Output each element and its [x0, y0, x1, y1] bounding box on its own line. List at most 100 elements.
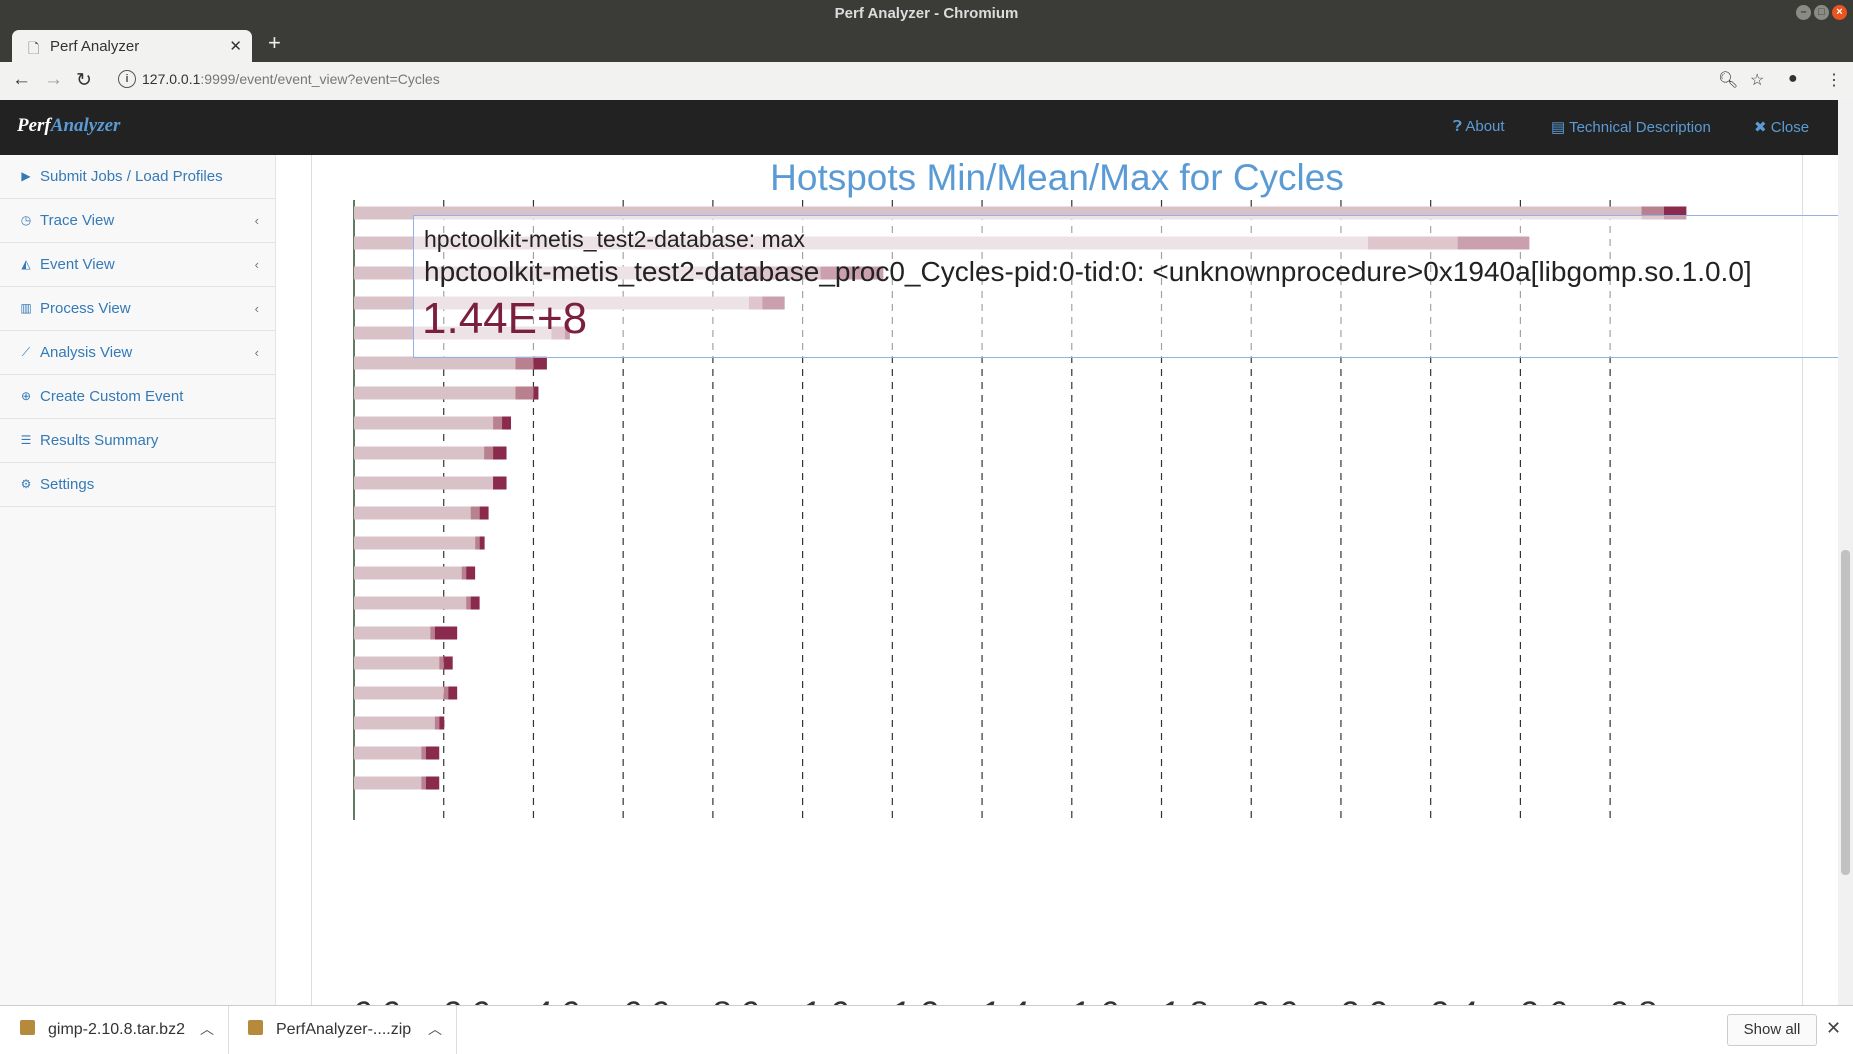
archive-file-icon — [248, 1020, 263, 1035]
x-tick-label: 1.6 — [1070, 995, 1117, 1005]
x-tick-label: 2.4 — [1428, 995, 1476, 1005]
bookmark-star-icon[interactable]: ☆ — [1750, 70, 1764, 90]
sidebar-item-process-view[interactable]: ▥ Process View ‹ — [0, 287, 275, 331]
sidebar-item-create-custom-event[interactable]: ⊕ Create Custom Event — [0, 375, 275, 419]
close-shelf-icon[interactable]: ✕ — [1826, 1018, 1841, 1039]
address-bar[interactable]: i 127.0.0.1:9999/event/event_view?event=… — [118, 68, 1718, 94]
page-scrollbar[interactable] — [1838, 100, 1853, 1005]
window-title: Perf Analyzer - Chromium — [834, 5, 1019, 22]
sidebar-item-event-view[interactable]: ◭ Event View ‹ — [0, 243, 275, 287]
browser-toolbar: ← → ↻ i 127.0.0.1:9999/event/event_view?… — [0, 62, 1853, 101]
bar-max — [479, 536, 485, 550]
url-text[interactable]: 127.0.0.1:9999/event/event_view?event=Cy… — [142, 71, 440, 87]
gear-icon: ⚙ — [20, 477, 32, 491]
chevron-left-icon: ‹ — [254, 301, 259, 316]
plus-circle-icon: ⊕ — [20, 389, 32, 403]
tooltip-item-name: hpctoolkit-metis_test2-database_proc0_Cy… — [424, 256, 1752, 287]
info-icon[interactable]: i — [118, 70, 136, 88]
bar-mean — [439, 656, 444, 670]
menu-icon[interactable]: ⋮ — [1826, 70, 1842, 90]
x-tick-label: 2.2 — [1338, 995, 1386, 1005]
technical-description-link[interactable]: ▤ Technical Description — [1551, 118, 1711, 136]
bar-mean — [443, 686, 449, 700]
x-tick-label: 8.0 — [711, 995, 758, 1005]
tab-close-icon[interactable]: ✕ — [229, 37, 242, 55]
bar-mean — [470, 506, 480, 520]
bar-mean — [493, 416, 503, 430]
x-tick-label: 1.0 — [801, 995, 848, 1005]
sidebar-item-results-summary[interactable]: ☰ Results Summary — [0, 419, 275, 463]
sidebar-item-label: Analysis View — [40, 344, 133, 361]
url-host: 127.0.0.1 — [142, 71, 201, 87]
brand-analyzer: Analyzer — [50, 115, 121, 136]
line-chart-icon: ⟋ — [21, 345, 31, 359]
bar-min — [354, 596, 467, 610]
archive-file-icon — [20, 1020, 35, 1035]
page-icon: 🗋 — [28, 40, 40, 56]
window-title-bar: Perf Analyzer - Chromium – □ × — [0, 0, 1853, 27]
sidebar: ▶ Submit Jobs / Load Profiles ◷ Trace Vi… — [0, 155, 276, 1005]
forward-icon[interactable]: → — [44, 69, 63, 91]
bar-mean — [421, 776, 426, 790]
chevron-up-icon[interactable]: ︿ — [428, 1019, 442, 1039]
app-navbar: PerfAnalyzer ❓︎ About ▤ Technical Descri… — [0, 100, 1838, 155]
bar-min — [354, 386, 516, 400]
bar-min — [354, 536, 476, 550]
bar-chart-icon: ▥ — [20, 301, 32, 315]
list-icon: ☰ — [20, 433, 32, 447]
reload-icon[interactable]: ↻ — [76, 69, 92, 92]
scrollbar-thumb[interactable] — [1841, 550, 1850, 875]
download-item[interactable]: PerfAnalyzer-....zip ︿ — [228, 1006, 457, 1054]
bar-max — [434, 626, 458, 640]
close-link[interactable]: ✖ Close — [1754, 118, 1809, 136]
clock-icon: ◷ — [20, 213, 32, 227]
bar-min — [354, 446, 485, 460]
bar-min — [354, 416, 494, 430]
bar-mean — [421, 746, 426, 760]
bar-max — [493, 476, 507, 490]
chevron-up-icon[interactable]: ︿ — [200, 1019, 214, 1039]
x-tick-label: 1.2 — [890, 995, 937, 1005]
sidebar-item-analysis-view[interactable]: ⟋ Analysis View ‹ — [0, 331, 275, 375]
x-tick-label: 2.6 — [1517, 995, 1565, 1005]
technical-description-label: Technical Description — [1569, 119, 1711, 136]
bar-max — [479, 506, 489, 520]
bar-min — [354, 626, 431, 640]
sidebar-item-label: Process View — [40, 300, 131, 317]
maximize-icon[interactable]: □ — [1814, 5, 1829, 20]
bar-max — [493, 446, 507, 460]
close-window-icon[interactable]: × — [1832, 5, 1847, 20]
download-item[interactable]: gimp-2.10.8.tar.bz2 ︿ — [0, 1006, 229, 1054]
chevron-left-icon: ‹ — [254, 257, 259, 272]
sidebar-item-label: Event View — [40, 256, 115, 273]
sidebar-item-submit-jobs[interactable]: ▶ Submit Jobs / Load Profiles — [0, 155, 275, 199]
minimize-icon[interactable]: – — [1796, 5, 1811, 20]
download-shelf: gimp-2.10.8.tar.bz2 ︿ PerfAnalyzer-....z… — [0, 1005, 1853, 1054]
account-icon[interactable]: ● — [1788, 70, 1798, 88]
bar-mean — [515, 356, 534, 370]
tab-strip: 🗋 Perf Analyzer ✕ + — [0, 27, 1853, 62]
tooltip-value: 1.44E+8 — [422, 294, 588, 343]
sidebar-item-settings[interactable]: ⚙ Settings — [0, 463, 275, 507]
sidebar-item-label: Create Custom Event — [40, 388, 184, 405]
browser-tab[interactable]: 🗋 Perf Analyzer ✕ — [12, 30, 252, 62]
sidebar-item-trace-view[interactable]: ◷ Trace View ‹ — [0, 199, 275, 243]
bar-mean — [484, 446, 494, 460]
x-tick-label: 2.0 — [1248, 995, 1296, 1005]
bar-mean — [430, 626, 435, 640]
about-link[interactable]: ❓︎ About — [1453, 118, 1505, 135]
chart-panel: Hotspots Min/Mean/Max for Cycles 0.02.04… — [311, 155, 1838, 1005]
back-icon[interactable]: ← — [12, 69, 31, 91]
bar-max — [502, 416, 512, 430]
chart-tooltip: hpctoolkit-metis_test2-database: max hpc… — [413, 215, 1838, 358]
brand-logo[interactable]: PerfAnalyzer — [17, 115, 120, 137]
new-tab-icon[interactable]: + — [268, 30, 281, 56]
show-all-button[interactable]: Show all — [1727, 1014, 1817, 1046]
x-tick-label: 6.0 — [621, 995, 668, 1005]
url-path: :9999/event/event_view?event=Cycles — [200, 71, 440, 87]
bar-min — [354, 686, 444, 700]
download-file-name: PerfAnalyzer-....zip — [276, 1021, 412, 1038]
area-chart-icon: ◭ — [21, 257, 31, 271]
zoom-icon[interactable]: 🔍︎ — [1718, 70, 1738, 90]
bar-max — [425, 776, 440, 790]
